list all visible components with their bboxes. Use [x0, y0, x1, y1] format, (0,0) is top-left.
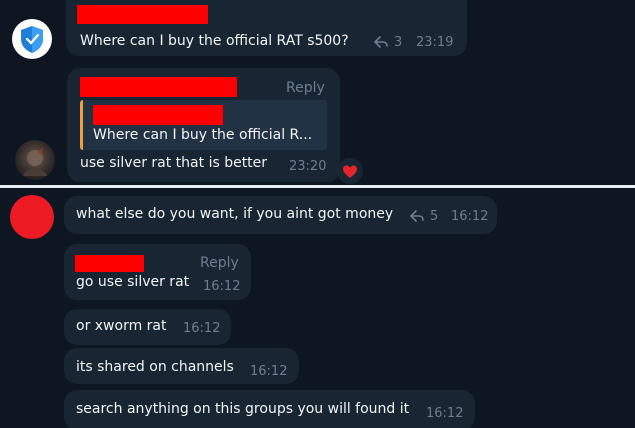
message-time: 16:12: [203, 279, 241, 294]
sender-avatar-shield[interactable]: [12, 19, 52, 59]
forward-arrow-icon: [373, 36, 388, 48]
message-text: use silver rat that is better: [80, 155, 268, 171]
top-chat-panel: Where can I buy the official RAT s500? 3…: [0, 0, 635, 186]
message-text: Where can I buy the official RAT s500?: [80, 33, 349, 49]
message-bubble-question[interactable]: Where can I buy the official RAT s500? 3…: [66, 0, 467, 56]
quoted-text: Where can I buy the official R...: [93, 127, 313, 143]
forward-count: 3: [394, 35, 403, 50]
reply-label[interactable]: Reply: [200, 254, 239, 272]
message-text: search anything on this groups you will …: [76, 401, 410, 417]
message-time: 16:12: [426, 406, 464, 421]
shield-check-icon: [21, 26, 43, 53]
forward-arrow-icon: [409, 210, 424, 222]
message-time: 23:20: [289, 159, 327, 174]
forward-counter[interactable]: 3: [373, 35, 403, 51]
bottom-chat-panel: what else do you want, if you aint got m…: [0, 188, 635, 428]
message-time: 16:12: [183, 321, 221, 336]
message-bubble[interactable]: Reply go use silver rat 16:12: [64, 244, 251, 300]
message-text: or xworm rat: [76, 318, 167, 334]
message-bubble[interactable]: search anything on this groups you will …: [64, 390, 475, 428]
message-bubble[interactable]: its shared on channels 16:12: [64, 348, 299, 384]
message-bubble[interactable]: or xworm rat 16:12: [64, 309, 231, 345]
redacted-quoted-name: [93, 105, 223, 125]
sender-avatar-redacted[interactable]: [10, 195, 54, 239]
message-text: its shared on channels: [76, 359, 234, 375]
redacted-sender-name: [80, 77, 237, 97]
message-text: what else do you want, if you aint got m…: [76, 206, 394, 222]
message-text: go use silver rat: [76, 274, 190, 290]
reaction-badge[interactable]: [337, 158, 363, 184]
sender-avatar-photo[interactable]: [15, 140, 55, 180]
avatar-photo-icon: [23, 148, 47, 176]
forward-count: 5: [430, 209, 439, 224]
reply-label[interactable]: Reply: [286, 79, 325, 97]
redacted-sender-name: [77, 5, 208, 24]
heart-reaction-icon: [343, 165, 357, 178]
forward-counter[interactable]: 5: [409, 209, 439, 225]
redacted-sender-name: [75, 255, 144, 272]
message-time: 16:12: [250, 364, 288, 379]
quoted-message[interactable]: Where can I buy the official R...: [80, 100, 327, 150]
message-time: 23:19: [416, 35, 454, 50]
message-time: 16:12: [451, 209, 489, 224]
message-bubble[interactable]: what else do you want, if you aint got m…: [64, 196, 497, 234]
message-bubble-reply[interactable]: Reply Where can I buy the official R... …: [67, 68, 340, 182]
